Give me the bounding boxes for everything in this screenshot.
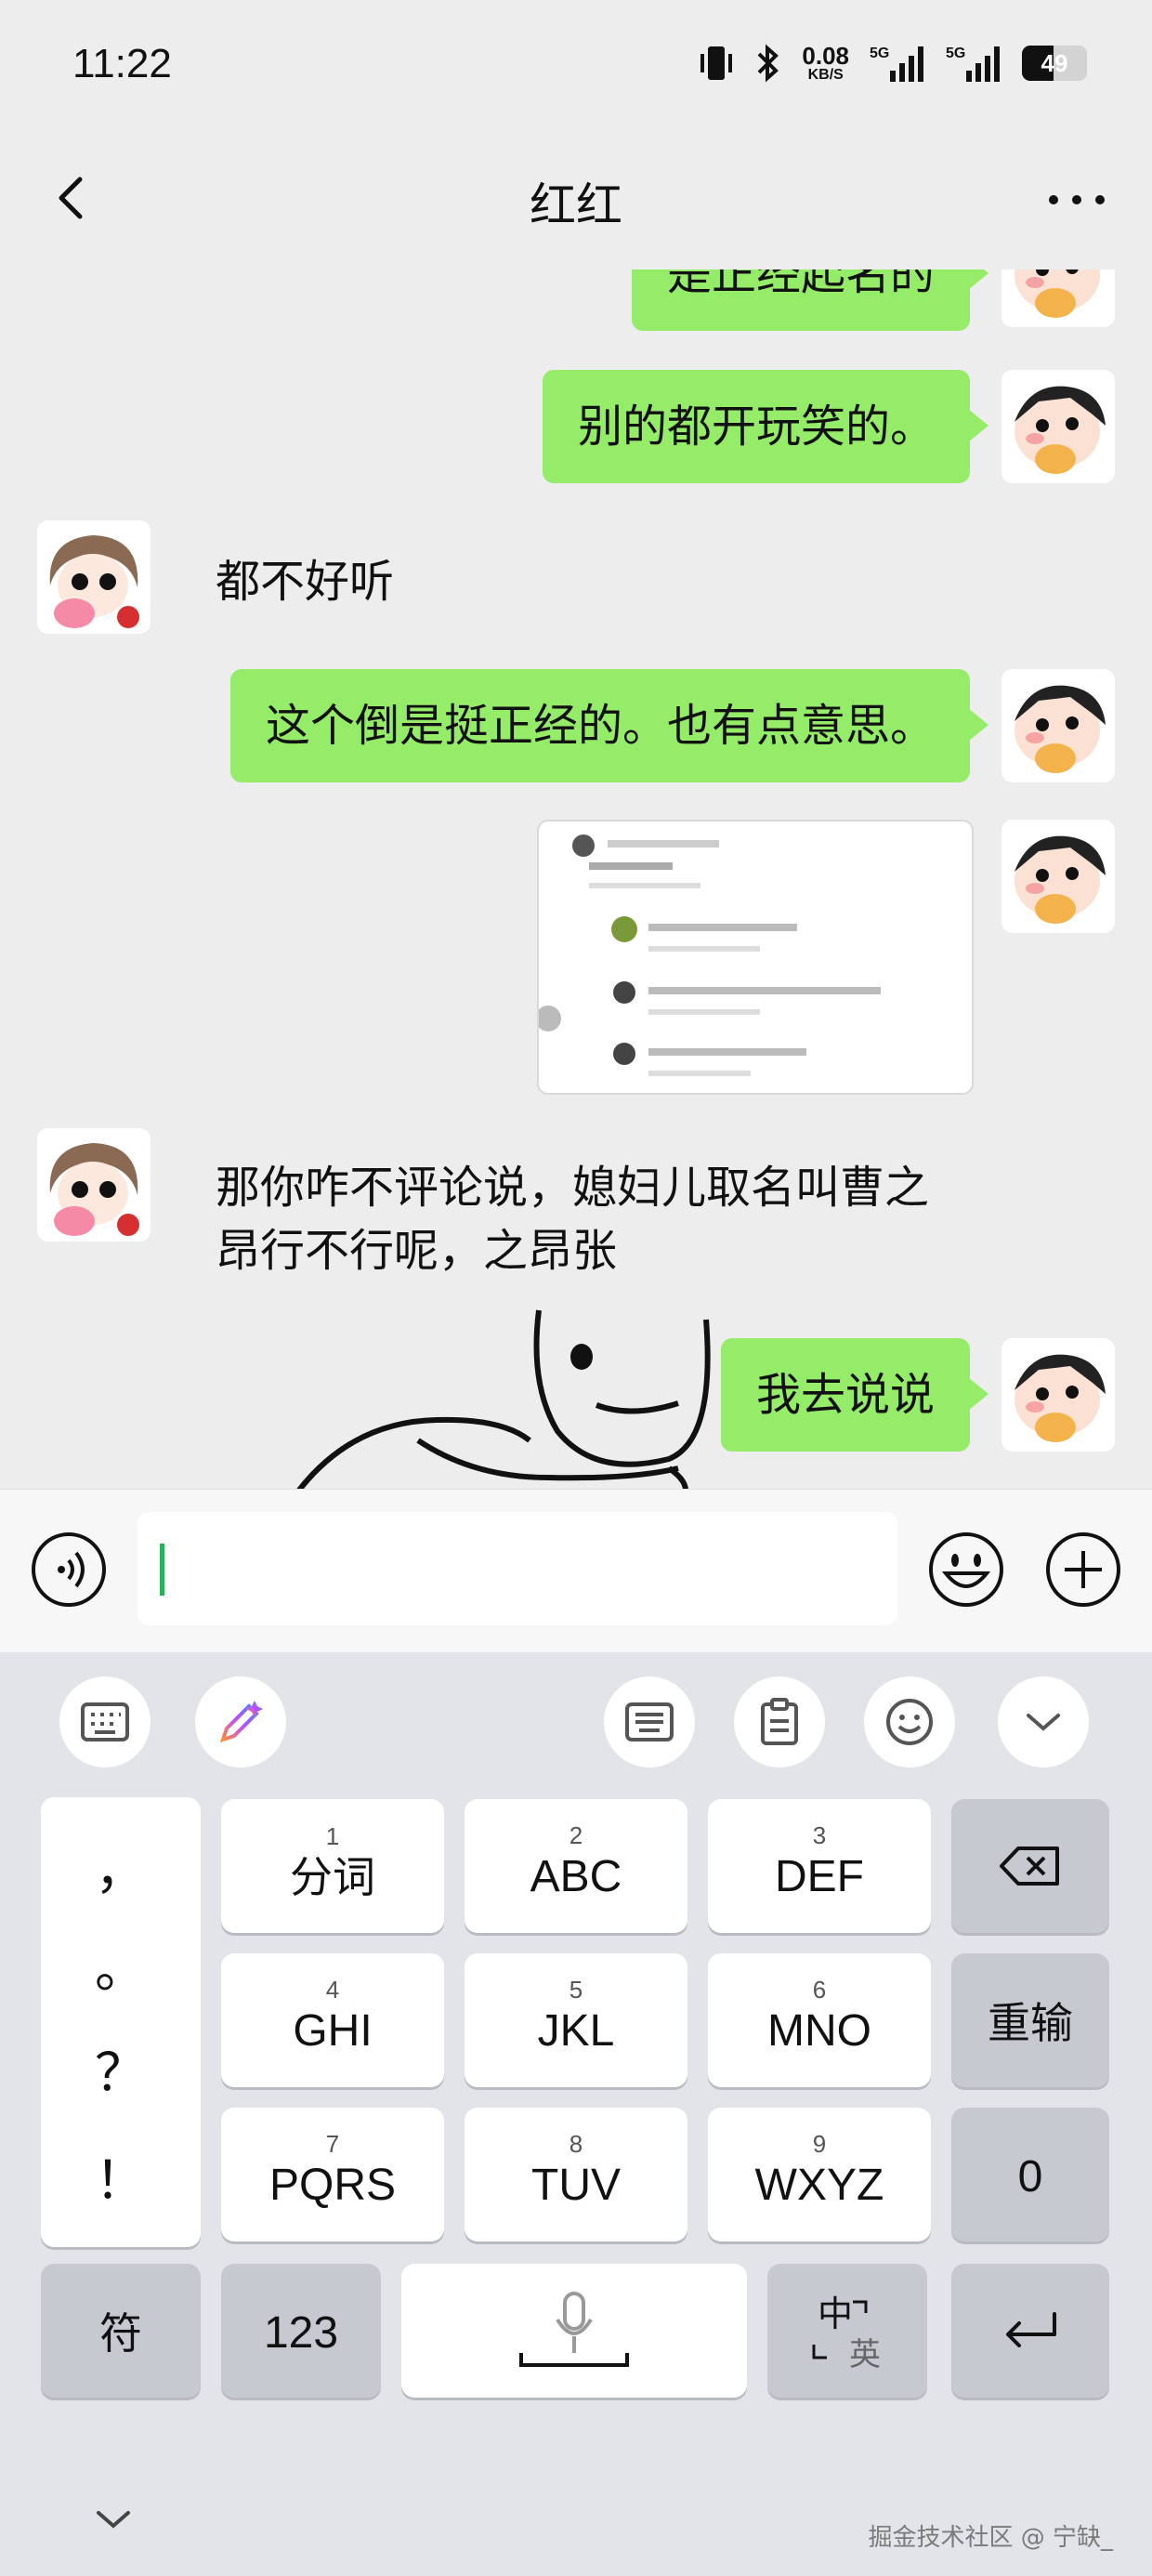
vibrate-icon [700,46,733,80]
self-avatar-image [1001,1338,1115,1452]
contact-avatar[interactable] [37,1128,151,1242]
punctuation-key[interactable]: ！ [41,2139,201,2215]
bluetooth-icon [757,44,779,83]
emoji-icon[interactable] [927,1531,1005,1609]
chat-area[interactable]: 是正经起名的 别的都开玩笑的。 都不好听 这个倒是挺正经的。也有点意思。 那你咋… [0,269,1152,1489]
punctuation-key[interactable]: ？ [41,2031,201,2107]
plus-icon[interactable] [1044,1531,1122,1609]
ai-pen-icon[interactable] [195,1676,286,1768]
more-dots-icon[interactable] [1044,183,1109,217]
message-text-received[interactable]: 那你咋不评论说，媳妇儿取名叫曹之昂行不行呢，之昂张 [216,1156,959,1282]
chevron-down-icon[interactable] [998,1676,1089,1768]
message-image[interactable] [535,820,974,1095]
keyboard: ， 。 ？ ！ 1 分词 2 ABC 3 DEF 4 GHI 5 JKL 6 MNO 重输 … [0,1652,1152,2576]
clipboard-icon[interactable] [734,1676,825,1768]
enter-icon [1006,2312,1056,2347]
comment-screenshot-thumbnail [535,835,881,1076]
message-text-received[interactable]: 都不好听 [216,550,394,613]
space-bar-icon [519,2353,629,2367]
status-icons: 0.08 KB/S 5G 5G 49 [698,43,1087,84]
zero-key[interactable]: 0 [951,2108,1109,2241]
message-bubble-sent[interactable]: 这个倒是挺正经的。也有点意思。 [229,669,989,782]
contact-avatar[interactable] [37,520,151,634]
battery-icon: 49 [1022,46,1087,81]
punctuation-key[interactable]: 。 [41,1927,201,2003]
key-tuv[interactable]: 8 TUV [465,2108,687,2241]
signal-icon: 5G [870,46,923,82]
message-bubble-sent[interactable]: 是正经起名的 [631,269,989,331]
svg-text:中: 中 [818,2293,853,2334]
backspace-icon [1000,1847,1059,1886]
svg-text:英: 英 [849,2336,881,2372]
contact-avatar-image [37,1128,151,1242]
message-bubble-sent[interactable]: 别的都开玩笑的。 [542,370,989,483]
symbols-key[interactable]: 符 [41,2264,201,2398]
reinput-key[interactable]: 重输 [951,1953,1109,2087]
self-avatar-image [1001,669,1115,782]
enter-key[interactable] [951,2264,1109,2398]
emoji-icon[interactable] [864,1676,955,1768]
numbers-key[interactable]: 123 [221,2264,381,2398]
input-bar [0,1489,1152,1653]
text-caret [160,1544,164,1596]
key-pqrs[interactable]: 7 PQRS [221,2108,444,2241]
signal-icon: 5G [946,46,1000,82]
self-avatar[interactable] [1001,269,1115,327]
key-abc[interactable]: 2 ABC [465,1799,687,1933]
chat-header: 红红 [0,135,1152,269]
status-time: 11:22 [72,41,172,86]
message-bubble-sent[interactable]: 我去说说 [720,1338,989,1452]
microphone-icon [556,2292,593,2353]
self-avatar[interactable] [1001,1338,1115,1452]
language-switch-icon: 中 英 [812,2293,881,2372]
self-avatar[interactable] [1001,820,1115,933]
svg-text:5G: 5G [946,46,965,61]
message-input[interactable] [137,1512,897,1625]
key-mno[interactable]: 6 MNO [708,1953,931,2087]
status-bar: 11:22 0.08 KB/S 5G 5G 49 [0,0,1152,135]
svg-text:5G: 5G [870,46,889,61]
self-avatar[interactable] [1001,370,1115,483]
punctuation-key-column[interactable]: ， 。 ？ ！ [41,1797,201,2247]
contact-avatar-image [37,520,151,634]
keyboard-switch-icon[interactable] [59,1676,151,1768]
keyboard-layout-icon[interactable] [604,1676,695,1768]
chat-title: 红红 [530,178,622,232]
backspace-key[interactable] [951,1799,1109,1933]
key-def[interactable]: 3 DEF [708,1799,931,1933]
self-avatar-image [1001,269,1115,327]
self-avatar[interactable] [1001,669,1115,782]
self-avatar-image [1001,370,1115,483]
watermark: 掘金技术社区 @ 宁缺_ [868,2524,1113,2552]
net-speed: 0.08 KB/S [802,42,849,83]
self-avatar-image [1001,820,1115,933]
key-fenci[interactable]: 1 分词 [221,1799,444,1933]
punctuation-key[interactable]: ， [41,1829,201,1904]
key-jkl[interactable]: 5 JKL [465,1953,687,2087]
key-ghi[interactable]: 4 GHI [221,1953,444,2087]
language-switch-key[interactable]: 中 英 [767,2264,927,2398]
space-key[interactable] [401,2264,747,2398]
keyboard-collapse-icon[interactable] [91,2505,136,2533]
key-wxyz[interactable]: 9 WXYZ [708,2108,931,2241]
voice-icon[interactable] [30,1531,108,1609]
